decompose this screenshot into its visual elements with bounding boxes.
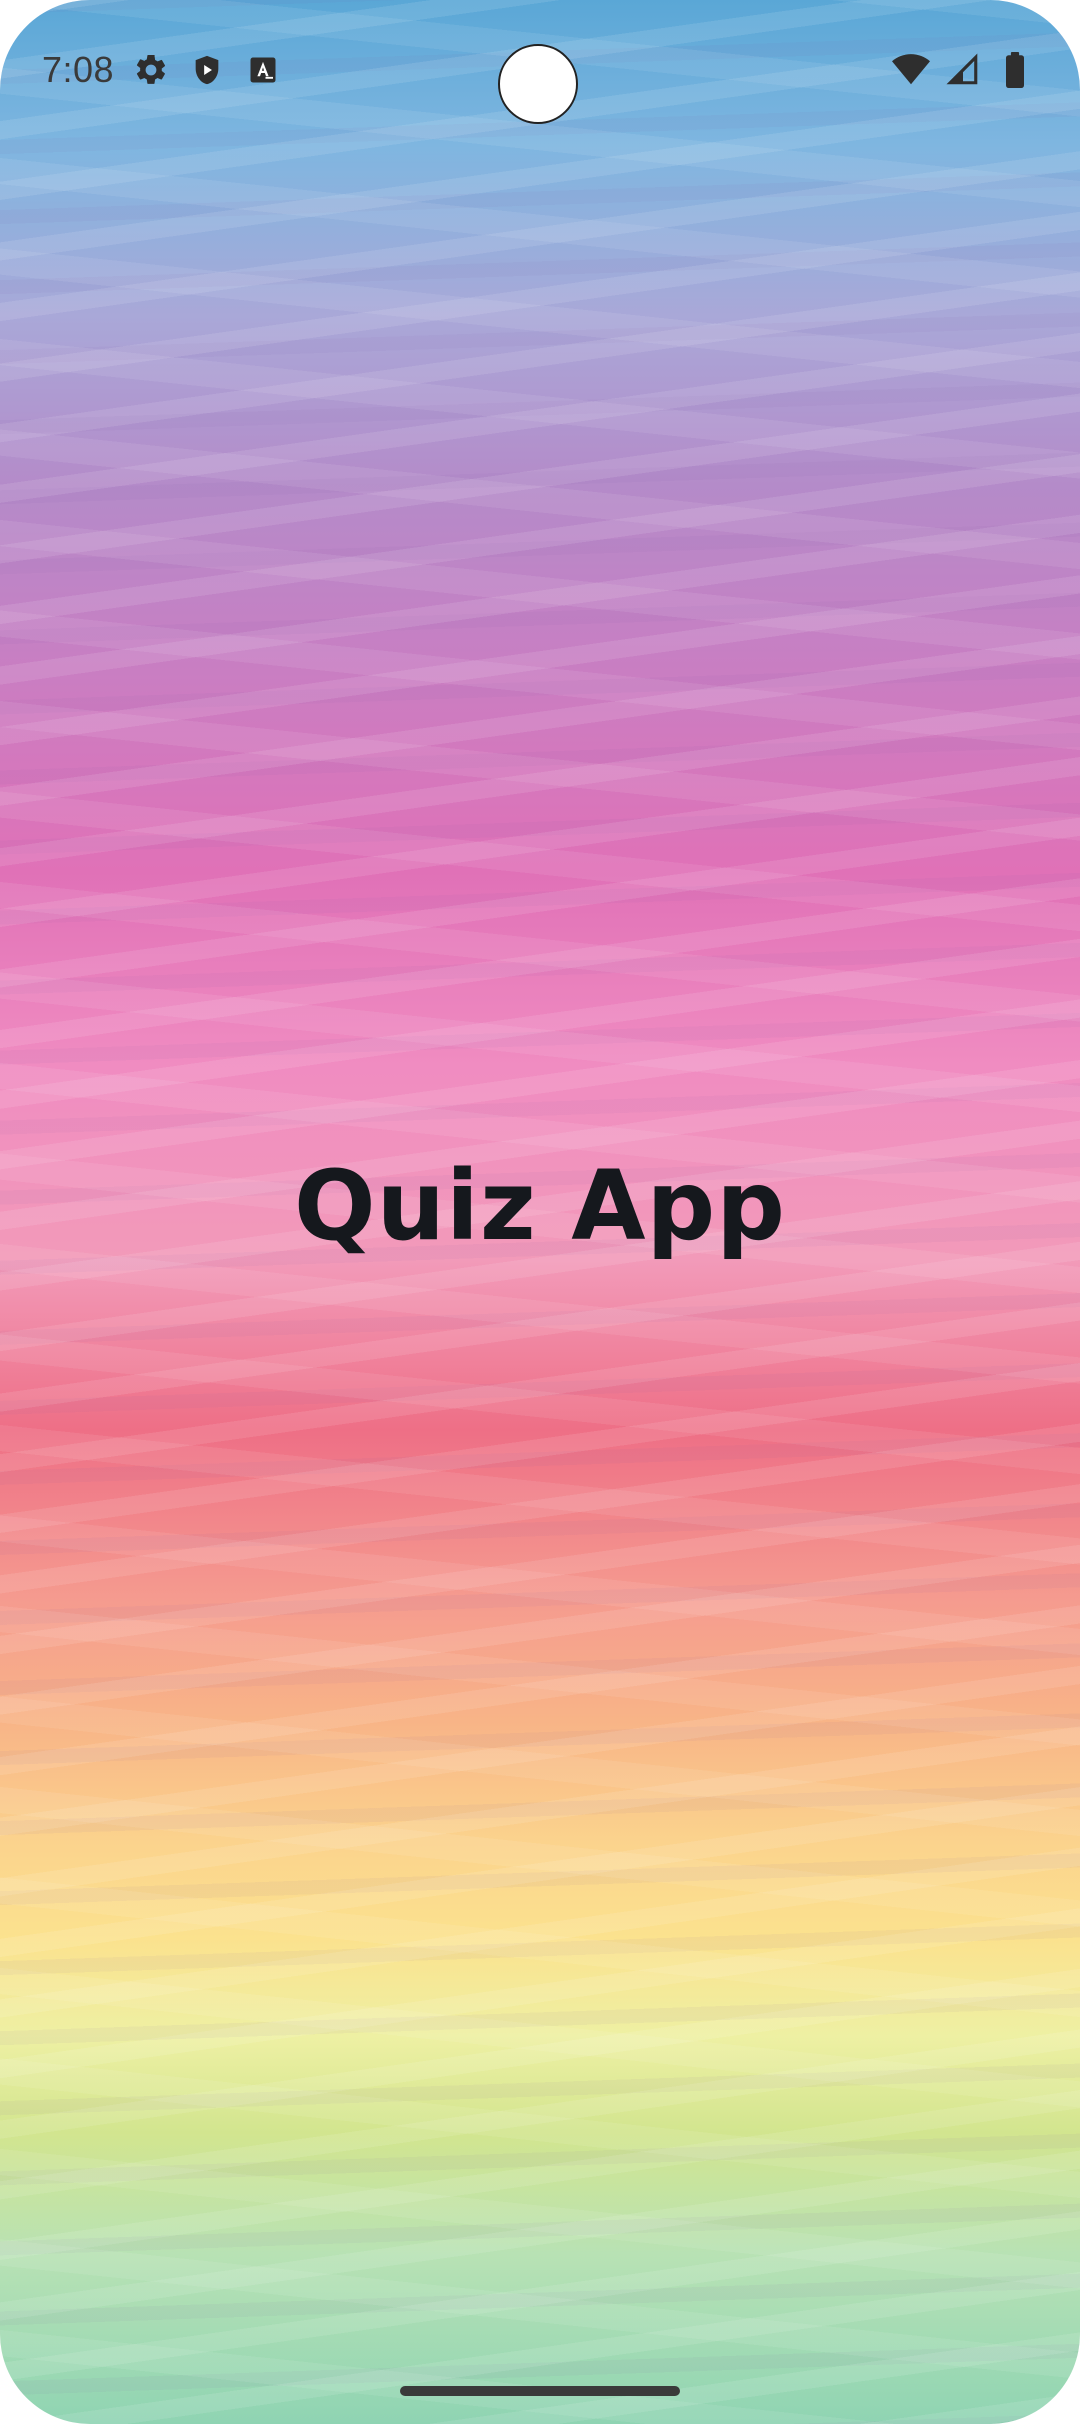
camera-cutout bbox=[498, 44, 578, 124]
status-bar: 7:08 bbox=[0, 0, 1080, 140]
battery-icon bbox=[996, 51, 1034, 89]
app-title: Quiz App bbox=[294, 1150, 786, 1262]
clock: 7:08 bbox=[42, 49, 115, 90]
status-right bbox=[892, 50, 1034, 90]
gear-icon bbox=[132, 51, 170, 89]
wifi-icon bbox=[892, 51, 930, 89]
home-gesture-bar[interactable] bbox=[400, 2386, 680, 2396]
shield-play-icon bbox=[188, 51, 226, 89]
text-a-icon bbox=[244, 51, 282, 89]
app-screen: 7:08 Quiz App bbox=[0, 0, 1080, 2424]
signal-icon bbox=[944, 51, 982, 89]
status-left: 7:08 bbox=[42, 48, 282, 92]
